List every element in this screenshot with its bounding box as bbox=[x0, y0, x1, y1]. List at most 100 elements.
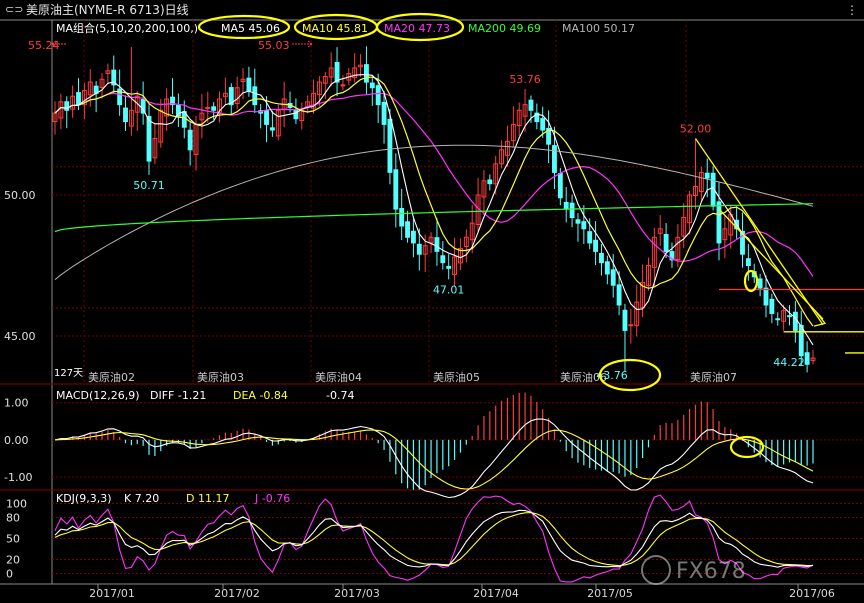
x-axis-date-label: 2017/01 bbox=[89, 587, 135, 600]
ma-legend-ma5: MA5 45.06 bbox=[221, 22, 280, 35]
x-axis-labels: 2017/01 2017/02 2017/03 2017/04 2017/05 2017/… bbox=[89, 584, 835, 600]
x-axis-date-label: 2017/05 bbox=[587, 587, 633, 600]
price-indicator-title: MA组合(5,10,20,200,100,) bbox=[56, 21, 198, 35]
macd-y-tick-label: 1.00 bbox=[4, 397, 29, 410]
candle-body[interactable] bbox=[704, 172, 710, 179]
ma-legend-ma20: MA20 47.73 bbox=[384, 22, 450, 35]
candle-body[interactable] bbox=[405, 221, 410, 238]
candle-body[interactable] bbox=[628, 324, 634, 327]
candlestick-series bbox=[52, 46, 816, 373]
candle-body[interactable] bbox=[187, 129, 193, 151]
price-chart-canvas[interactable]: 50.0045.00美原油02 美原油03 美原油04 美原油05 美原油06 美原油07… bbox=[0, 0, 864, 603]
month-contract-label: 美原油02 bbox=[88, 370, 135, 384]
kdj-title: KDJ(9,3,3) bbox=[56, 492, 112, 505]
price-extreme-labels: 55.24 55.0353.7652.0050.7147.0143.7644.22 bbox=[28, 39, 805, 382]
macd-panel: 1.00 0.00 -1.00 MACD(12,26,9) DIFF -1.21 DEA … bbox=[4, 389, 864, 499]
candle-body[interactable] bbox=[211, 106, 217, 111]
candle-body[interactable] bbox=[446, 265, 452, 269]
candle-body[interactable] bbox=[757, 278, 763, 289]
candle-body[interactable] bbox=[246, 77, 252, 92]
candle-body[interactable] bbox=[563, 201, 569, 210]
macd-y-tick-label: -1.00 bbox=[4, 471, 32, 484]
x-axis-date-label: 2017/04 bbox=[473, 587, 519, 600]
kdj-legend-d: D 11.17 bbox=[186, 492, 229, 505]
candle-body[interactable] bbox=[581, 221, 587, 230]
candle-body[interactable] bbox=[381, 101, 387, 125]
price-y-tick-label: 45.00 bbox=[4, 330, 36, 343]
candle-body[interactable] bbox=[64, 101, 70, 111]
candle-body[interactable] bbox=[587, 231, 593, 244]
candle-body[interactable] bbox=[599, 252, 604, 264]
label-pointer-arrow bbox=[292, 40, 313, 48]
macd-dea-line bbox=[54, 429, 814, 490]
candle-body[interactable] bbox=[123, 107, 128, 123]
candle-body[interactable] bbox=[487, 179, 493, 185]
candle-body[interactable] bbox=[604, 261, 610, 275]
price-label: 47.01 bbox=[433, 283, 465, 296]
month-contract-label: 美原油07 bbox=[690, 370, 737, 384]
candle-body[interactable] bbox=[745, 258, 751, 266]
ma-legend-ma10: MA10 45.81 bbox=[302, 22, 368, 35]
candle-body[interactable] bbox=[610, 269, 616, 286]
candle-body[interactable] bbox=[369, 82, 375, 89]
candle-body[interactable] bbox=[528, 99, 534, 111]
candle-body[interactable] bbox=[716, 201, 722, 244]
price-y-tick-label: 50.00 bbox=[4, 189, 36, 202]
candle-body[interactable] bbox=[76, 92, 81, 106]
candle-body[interactable] bbox=[387, 119, 393, 173]
candle-body[interactable] bbox=[663, 233, 669, 252]
candle-body[interactable] bbox=[399, 207, 405, 227]
candle-body[interactable] bbox=[440, 255, 446, 264]
highlight-ring-candle bbox=[743, 269, 759, 293]
month-contract-label: 美原油04 bbox=[315, 370, 362, 384]
candle-body[interactable] bbox=[340, 84, 346, 87]
x-axis-date-label: 2017/02 bbox=[214, 587, 260, 600]
candle-body[interactable] bbox=[416, 243, 422, 255]
candle-body[interactable] bbox=[616, 284, 622, 306]
candle-body[interactable] bbox=[557, 172, 563, 199]
ma-legend-ma100: MA100 50.17 bbox=[562, 22, 635, 35]
ma-legend-ma200: MA200 49.69 bbox=[468, 22, 541, 35]
kdj-y-tick-label: 20 bbox=[6, 554, 20, 567]
candle-body[interactable] bbox=[787, 315, 792, 318]
candle-body[interactable] bbox=[769, 298, 775, 314]
watermark-text: FX678 bbox=[676, 559, 746, 584]
trendline-upper bbox=[694, 138, 824, 326]
month-contract-label: 美原油03 bbox=[197, 370, 244, 384]
candle-body[interactable] bbox=[792, 311, 798, 331]
candle-body[interactable] bbox=[363, 64, 369, 83]
candle-body[interactable] bbox=[375, 85, 381, 106]
candle-body[interactable] bbox=[804, 352, 810, 365]
kdj-y-tick-label: 100 bbox=[6, 498, 27, 511]
candle-body[interactable] bbox=[146, 115, 152, 162]
price-legend: MA组合(5,10,20,200,100,) MA5 45.06 MA10 45.8… bbox=[56, 21, 635, 35]
candle-body[interactable] bbox=[434, 237, 440, 252]
candle-body[interactable] bbox=[763, 287, 769, 306]
macd-diff-line bbox=[54, 418, 814, 499]
candle-body[interactable] bbox=[264, 110, 269, 125]
price-panel-grid: 50.0045.00美原油02 美原油03 美原油04 美原油05 美原油06 美原油07… bbox=[4, 20, 864, 384]
price-label: 50.71 bbox=[133, 179, 165, 192]
candle-body[interactable] bbox=[393, 169, 399, 210]
kdj-y-tick-label: 80 bbox=[6, 512, 20, 525]
candle-body[interactable] bbox=[775, 318, 781, 321]
watermark: FX678 bbox=[641, 555, 746, 585]
macd-y-tick-label: 0.00 bbox=[4, 434, 29, 447]
candle-body[interactable] bbox=[334, 62, 340, 83]
moving-averages bbox=[54, 74, 814, 346]
macd-title: MACD(12,26,9) bbox=[56, 389, 140, 402]
contract-days-label: 127天 bbox=[54, 368, 83, 379]
candle-body[interactable] bbox=[622, 309, 628, 331]
kdj-y-tick-label: 0 bbox=[6, 568, 13, 581]
candle-body[interactable] bbox=[552, 145, 557, 173]
price-label: 53.76 bbox=[509, 73, 541, 86]
candle-body[interactable] bbox=[593, 239, 599, 252]
price-label: 44.22 bbox=[773, 356, 805, 369]
candle-body[interactable] bbox=[798, 324, 804, 357]
candle-body[interactable] bbox=[269, 127, 275, 131]
candle-body[interactable] bbox=[540, 118, 546, 131]
candle-body[interactable] bbox=[410, 230, 416, 244]
candle-body[interactable] bbox=[569, 202, 575, 219]
candle-body[interactable] bbox=[252, 86, 258, 106]
candle-body[interactable] bbox=[575, 219, 581, 224]
